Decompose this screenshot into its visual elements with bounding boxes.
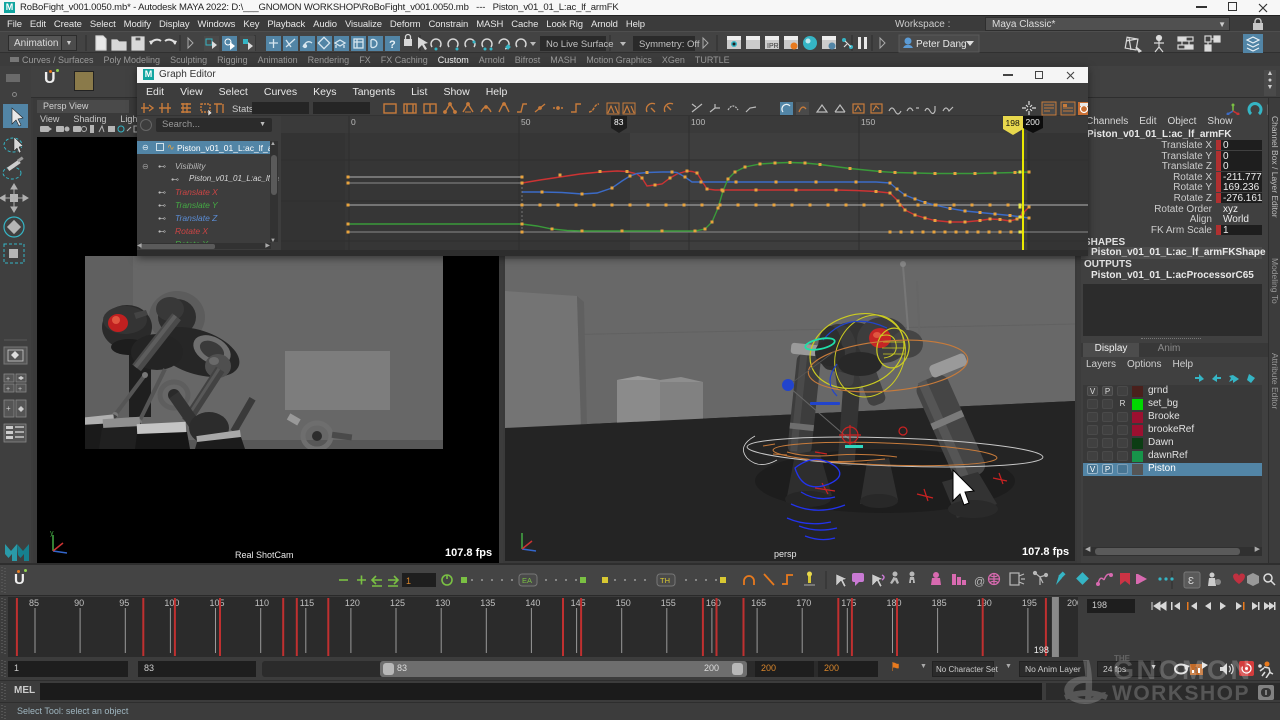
svg-text:@: @ [974, 576, 985, 588]
svg-text:125: 125 [390, 598, 405, 608]
svg-text:1: 1 [406, 576, 411, 586]
svg-text:190: 190 [977, 598, 992, 608]
svg-text:140: 140 [525, 598, 540, 608]
svg-text:150: 150 [861, 117, 875, 127]
svg-text:105: 105 [210, 598, 225, 608]
svg-text:+: + [6, 376, 10, 383]
svg-text:180: 180 [887, 598, 902, 608]
svg-text:100: 100 [164, 598, 179, 608]
svg-text:EA: EA [522, 576, 532, 585]
svg-text:50: 50 [521, 117, 531, 127]
svg-text:95: 95 [119, 598, 129, 608]
svg-text:Symmetry: Off: Symmetry: Off [639, 39, 700, 50]
svg-text:185: 185 [932, 598, 947, 608]
svg-text:0: 0 [351, 117, 356, 127]
svg-text:IPR: IPR [767, 43, 779, 50]
svg-text:198: 198 [1006, 118, 1020, 128]
svg-text:115: 115 [300, 598, 314, 608]
svg-text:120: 120 [345, 598, 360, 608]
svg-text:y: y [50, 530, 54, 537]
svg-text:+: + [18, 386, 22, 393]
svg-text:160: 160 [706, 598, 721, 608]
svg-text:83: 83 [614, 117, 624, 127]
svg-text:150: 150 [616, 598, 631, 608]
svg-text:TH: TH [660, 576, 670, 585]
svg-text:200: 200 [1026, 117, 1040, 127]
svg-text:175: 175 [841, 598, 856, 608]
svg-text:Stats: Stats [232, 104, 254, 115]
svg-text:195: 195 [1022, 598, 1037, 608]
svg-text:155: 155 [661, 598, 676, 608]
svg-text:85: 85 [29, 598, 39, 608]
svg-text:198: 198 [1034, 645, 1049, 655]
svg-text:+: + [6, 404, 11, 413]
svg-text:Peter Dang: Peter Dang [916, 39, 967, 50]
svg-text:200: 200 [1067, 598, 1078, 608]
svg-text:?: ? [389, 39, 396, 51]
svg-text:110: 110 [255, 598, 269, 608]
svg-text:90: 90 [74, 598, 84, 608]
svg-text:130: 130 [435, 598, 450, 608]
svg-text:170: 170 [796, 598, 811, 608]
svg-text:135: 135 [480, 598, 495, 608]
svg-text:145: 145 [571, 598, 586, 608]
svg-text:No Live Surface: No Live Surface [546, 39, 614, 50]
svg-text:+: + [6, 386, 10, 393]
svg-text:100: 100 [691, 117, 705, 127]
svg-text:Ɛ: Ɛ [1188, 576, 1194, 587]
svg-text:165: 165 [751, 598, 766, 608]
